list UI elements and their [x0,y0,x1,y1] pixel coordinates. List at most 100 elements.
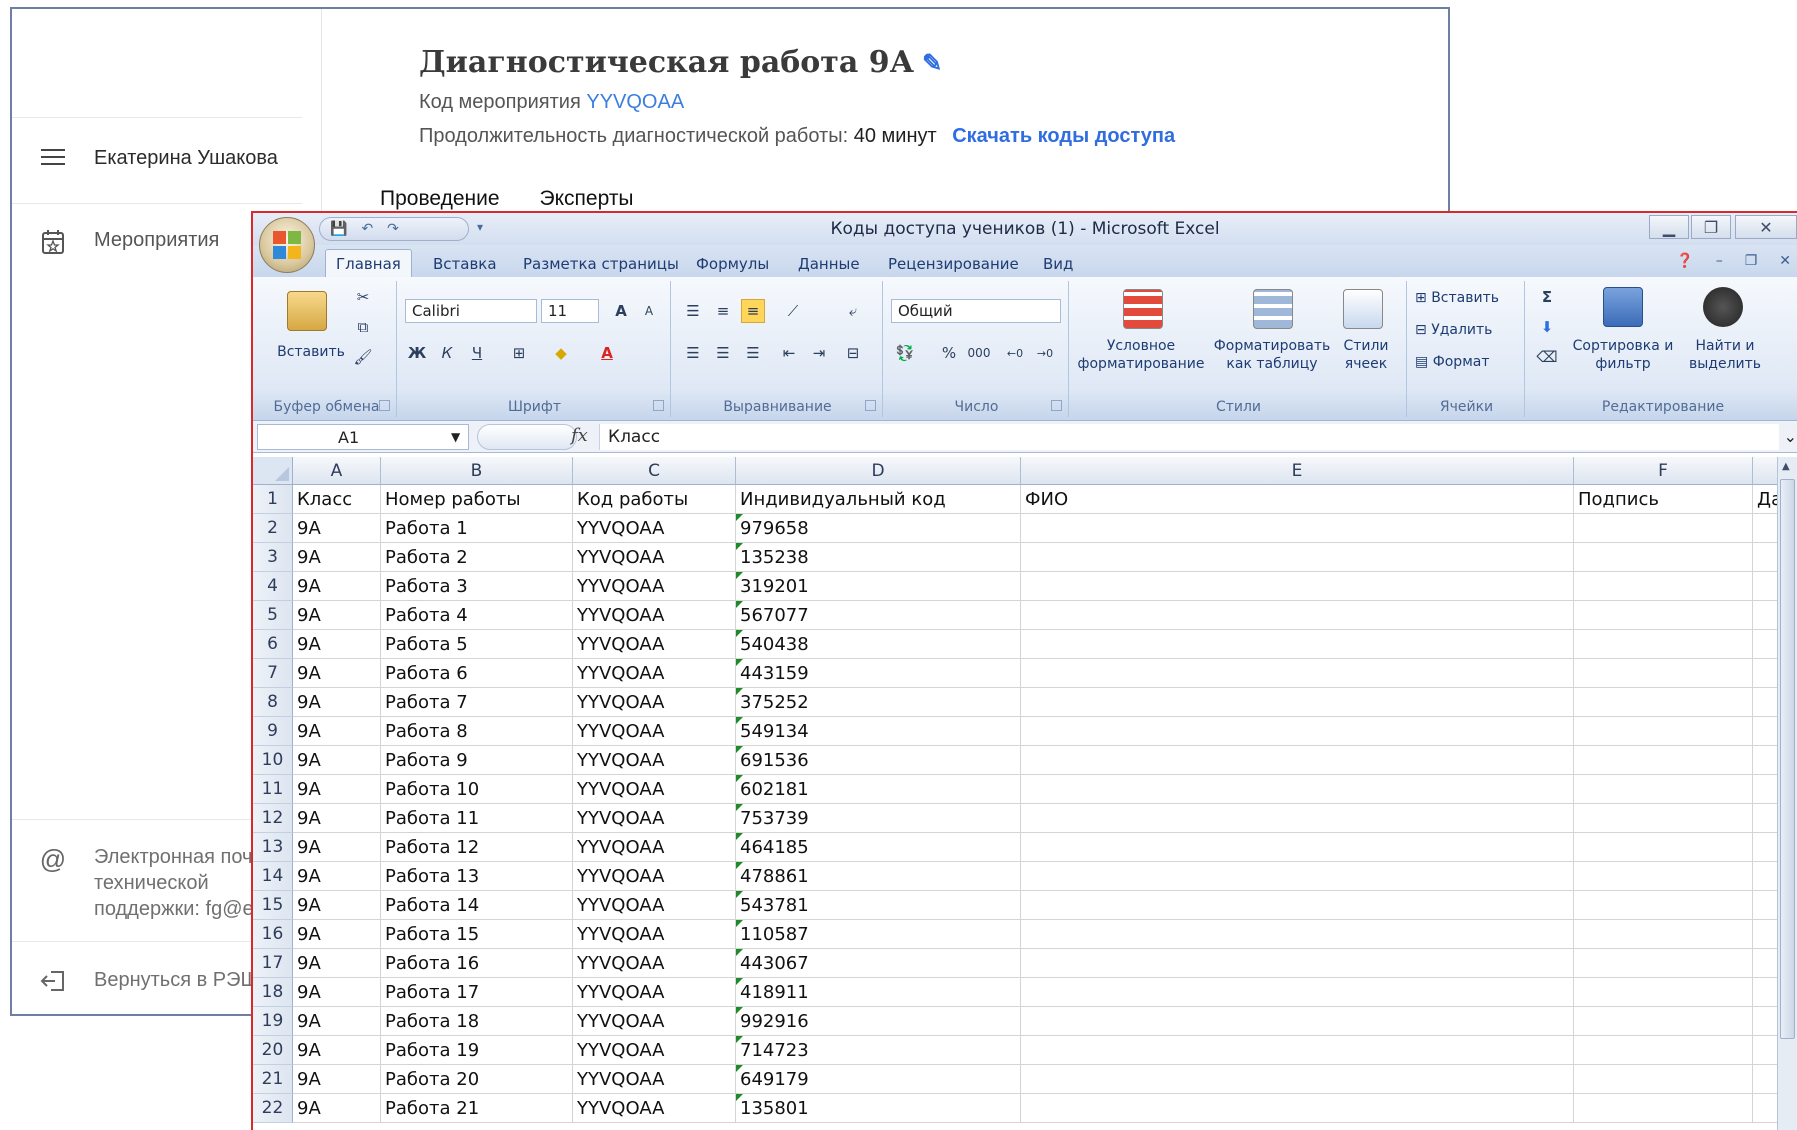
cell[interactable]: YYVQOAA [573,688,736,717]
cell[interactable] [1574,659,1753,688]
cell[interactable] [1021,949,1574,978]
cell[interactable]: YYVQOAA [573,1036,736,1065]
cell[interactable]: 567077 [736,601,1021,630]
cell[interactable]: Работа 13 [381,862,573,891]
cell[interactable]: 135238 [736,543,1021,572]
cell[interactable]: 9А [293,833,381,862]
cell[interactable]: 9А [293,804,381,833]
cell[interactable]: 9А [293,1094,381,1123]
find-select-icon[interactable] [1703,287,1743,327]
cell[interactable]: YYVQOAA [573,1094,736,1123]
expand-formula-bar-icon[interactable]: ⌄ [1784,427,1797,446]
cut-icon[interactable]: ✂ [351,285,375,309]
align-left-icon[interactable]: ☰ [681,341,705,365]
sidebar-item-events[interactable]: Мероприятия [38,229,219,255]
cell[interactable]: Работа 6 [381,659,573,688]
cell[interactable] [1574,949,1753,978]
decrease-decimal-icon[interactable]: →0 [1033,341,1057,365]
hamburger-menu-icon[interactable] [38,147,68,167]
cell[interactable]: Работа 11 [381,804,573,833]
align-middle-icon[interactable]: ≡ [711,299,735,323]
clipboard-launcher-icon[interactable] [379,400,390,411]
align-bottom-icon[interactable]: ≡ [741,299,765,323]
cell[interactable]: Работа 5 [381,630,573,659]
orientation-icon[interactable]: ⟋ [781,299,805,323]
row-header[interactable]: 17 [253,949,293,978]
row-header[interactable]: 13 [253,833,293,862]
cell[interactable]: 9А [293,630,381,659]
cell[interactable] [1574,688,1753,717]
vertical-scrollbar[interactable]: ▲ [1777,457,1797,1130]
cell[interactable] [1574,891,1753,920]
increase-decimal-icon[interactable]: ←0 [1003,341,1027,365]
thousands-button[interactable]: 000 [967,341,991,365]
tab-insert[interactable]: Вставка [433,255,497,273]
cell[interactable] [1021,572,1574,601]
cell[interactable]: Работа 2 [381,543,573,572]
cell[interactable]: Работа 1 [381,514,573,543]
row-header[interactable]: 9 [253,717,293,746]
tab-view[interactable]: Вид [1043,255,1073,273]
cell[interactable] [1021,659,1574,688]
borders-icon[interactable]: ⊞ [507,341,531,365]
font-launcher-icon[interactable] [653,400,664,411]
cell[interactable]: YYVQOAA [573,572,736,601]
cell[interactable]: 9А [293,1007,381,1036]
conditional-formatting-icon[interactable] [1123,289,1163,329]
cell[interactable]: 464185 [736,833,1021,862]
cell[interactable]: 691536 [736,746,1021,775]
alignment-launcher-icon[interactable] [865,400,876,411]
cell[interactable]: Работа 21 [381,1094,573,1123]
cell[interactable]: Работа 9 [381,746,573,775]
cell[interactable] [1574,920,1753,949]
cell[interactable] [1574,978,1753,1007]
cell[interactable] [1021,1065,1574,1094]
row-header[interactable]: 11 [253,775,293,804]
cell[interactable]: 9А [293,543,381,572]
tab-data[interactable]: Данные [798,255,860,273]
cell[interactable] [1021,804,1574,833]
percent-button[interactable]: % [937,341,961,365]
cell[interactable]: YYVQOAA [573,862,736,891]
cell[interactable]: 714723 [736,1036,1021,1065]
tab-experts[interactable]: Эксперты [540,187,634,211]
row-header[interactable]: 7 [253,659,293,688]
cell[interactable] [1574,543,1753,572]
name-box[interactable]: A1 [257,424,469,450]
cell[interactable]: Работа 20 [381,1065,573,1094]
row-header[interactable]: 1 [253,485,293,514]
cell[interactable]: YYVQOAA [573,1007,736,1036]
close-workbook-icon[interactable]: ✕ [1779,253,1791,269]
cell[interactable]: YYVQOAA [573,630,736,659]
row-header[interactable]: 10 [253,746,293,775]
align-top-icon[interactable]: ☰ [681,299,705,323]
edit-pencil-icon[interactable]: ✎ [922,48,942,77]
cell[interactable] [1574,1065,1753,1094]
back-to-resh-link[interactable]: Вернуться в РЭШ [38,969,259,993]
cell[interactable] [1574,746,1753,775]
bold-button[interactable]: Ж [405,341,429,365]
cell[interactable]: 110587 [736,920,1021,949]
wrap-text-icon[interactable]: ⤶ [841,299,865,323]
cell[interactable]: Работа 19 [381,1036,573,1065]
row-header[interactable]: 19 [253,1007,293,1036]
cell[interactable]: Индивидуальный код [736,485,1021,514]
cell[interactable] [1021,1036,1574,1065]
insert-cells-button[interactable]: ⊞ Вставить [1415,289,1499,307]
cell[interactable]: 540438 [736,630,1021,659]
cell[interactable] [1574,1094,1753,1123]
cell[interactable] [1021,833,1574,862]
number-format-select[interactable]: Общий [891,299,1061,323]
cell[interactable]: YYVQOAA [573,978,736,1007]
row-header[interactable]: 4 [253,572,293,601]
align-center-icon[interactable]: ☰ [711,341,735,365]
minimize-icon[interactable]: ▁ [1649,215,1689,239]
help-icon[interactable]: ❓ [1676,253,1693,269]
cell[interactable]: 478861 [736,862,1021,891]
cell[interactable]: Подпись [1574,485,1753,514]
row-header[interactable]: 15 [253,891,293,920]
column-header-f[interactable]: F [1574,457,1753,485]
cell[interactable]: YYVQOAA [573,891,736,920]
cell[interactable] [1021,775,1574,804]
cell[interactable]: 9А [293,1065,381,1094]
